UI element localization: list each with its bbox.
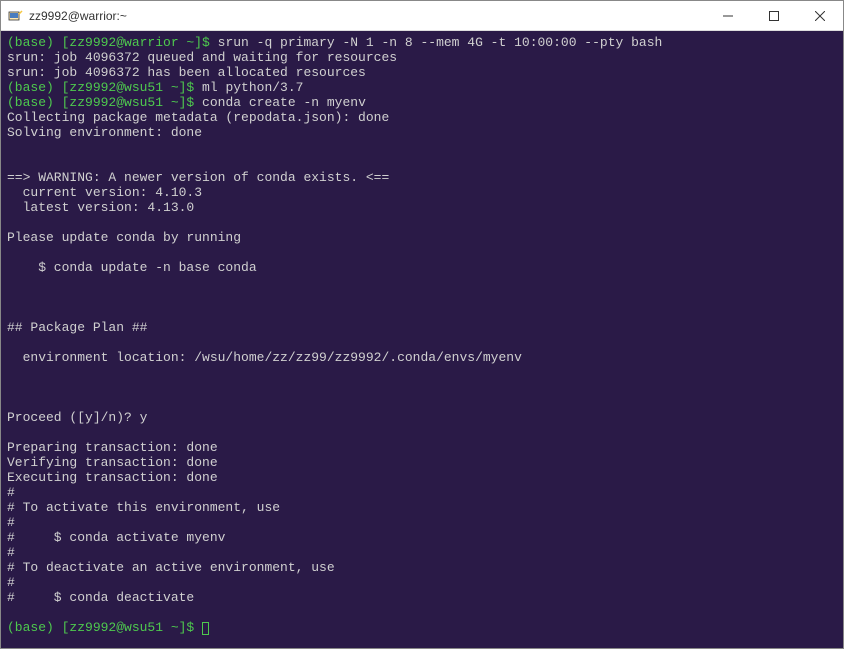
terminal-text: Proceed ([y]/n)? y: [7, 410, 147, 425]
terminal-line: [7, 425, 837, 440]
terminal-line: latest version: 4.13.0: [7, 200, 837, 215]
terminal-line: srun: job 4096372 has been allocated res…: [7, 65, 837, 80]
terminal-line: #: [7, 545, 837, 560]
terminal-line: [7, 245, 837, 260]
terminal-line: ==> WARNING: A newer version of conda ex…: [7, 170, 837, 185]
terminal-text: ## Package Plan ##: [7, 320, 147, 335]
cursor: [202, 622, 209, 635]
minimize-button[interactable]: [705, 1, 751, 30]
terminal-text: srun: job 4096372 queued and waiting for…: [7, 50, 397, 65]
terminal-text: Collecting package metadata (repodata.js…: [7, 110, 389, 125]
terminal-line: [7, 365, 837, 380]
terminal-text: $ conda update -n base conda: [7, 260, 257, 275]
terminal-line: (base) [zz9992@wsu51 ~]$ conda create -n…: [7, 95, 837, 110]
terminal-line: [7, 290, 837, 305]
window-title: zz9992@warrior:~: [29, 9, 705, 23]
terminal-text: #: [7, 515, 15, 530]
terminal-text: Solving environment: done: [7, 125, 202, 140]
terminal-text: ==> WARNING: A newer version of conda ex…: [7, 170, 389, 185]
close-button[interactable]: [797, 1, 843, 30]
terminal-line: [7, 155, 837, 170]
terminal-line: [7, 275, 837, 290]
terminal-line: ## Package Plan ##: [7, 320, 837, 335]
terminal-text: # To deactivate an active environment, u…: [7, 560, 335, 575]
terminal-text: #: [7, 485, 15, 500]
shell-prompt: (base) [zz9992@wsu51 ~]$: [7, 80, 202, 95]
terminal-text: # $ conda deactivate: [7, 590, 194, 605]
terminal-text: current version: 4.10.3: [7, 185, 202, 200]
shell-prompt: (base) [zz9992@warrior ~]$: [7, 35, 218, 50]
window-controls: [705, 1, 843, 30]
terminal-text: #: [7, 545, 15, 560]
terminal-text: Verifying transaction: done: [7, 455, 218, 470]
terminal-line: Preparing transaction: done: [7, 440, 837, 455]
terminal-line: [7, 215, 837, 230]
terminal-line: Please update conda by running: [7, 230, 837, 245]
terminal-text: Executing transaction: done: [7, 470, 218, 485]
terminal-line: [7, 305, 837, 320]
terminal-line: Proceed ([y]/n)? y: [7, 410, 837, 425]
terminal-line: current version: 4.10.3: [7, 185, 837, 200]
shell-prompt: (base) [zz9992@wsu51 ~]$: [7, 95, 202, 110]
terminal-line: [7, 140, 837, 155]
terminal-text: srun: job 4096372 has been allocated res…: [7, 65, 366, 80]
terminal-line: srun: job 4096372 queued and waiting for…: [7, 50, 837, 65]
terminal-line: # To activate this environment, use: [7, 500, 837, 515]
terminal-line: $ conda update -n base conda: [7, 260, 837, 275]
terminal-text: conda create -n myenv: [202, 95, 366, 110]
terminal-line: (base) [zz9992@warrior ~]$ srun -q prima…: [7, 35, 837, 50]
titlebar[interactable]: zz9992@warrior:~: [1, 1, 843, 31]
terminal-line: [7, 380, 837, 395]
terminal-text: # $ conda activate myenv: [7, 530, 225, 545]
terminal-line: environment location: /wsu/home/zz/zz99/…: [7, 350, 837, 365]
terminal-line: Collecting package metadata (repodata.js…: [7, 110, 837, 125]
terminal-text: # To activate this environment, use: [7, 500, 280, 515]
terminal-text: #: [7, 575, 15, 590]
terminal-text: environment location: /wsu/home/zz/zz99/…: [7, 350, 522, 365]
terminal-text: Preparing transaction: done: [7, 440, 218, 455]
terminal-line: [7, 395, 837, 410]
terminal-line: Solving environment: done: [7, 125, 837, 140]
putty-icon: [7, 8, 23, 24]
terminal-line: #: [7, 575, 837, 590]
shell-prompt: (base) [zz9992@wsu51 ~]$: [7, 620, 202, 635]
terminal-line: [7, 335, 837, 350]
terminal-line: (base) [zz9992@wsu51 ~]$ ml python/3.7: [7, 80, 837, 95]
terminal-line: (base) [zz9992@wsu51 ~]$: [7, 620, 837, 635]
terminal-text: ml python/3.7: [202, 80, 303, 95]
terminal-text: srun -q primary -N 1 -n 8 --mem 4G -t 10…: [218, 35, 663, 50]
terminal-line: [7, 605, 837, 620]
maximize-button[interactable]: [751, 1, 797, 30]
terminal-line: #: [7, 515, 837, 530]
terminal-line: # To deactivate an active environment, u…: [7, 560, 837, 575]
terminal-area[interactable]: (base) [zz9992@warrior ~]$ srun -q prima…: [1, 31, 843, 648]
terminal-line: Executing transaction: done: [7, 470, 837, 485]
terminal-line: # $ conda deactivate: [7, 590, 837, 605]
putty-window: zz9992@warrior:~ (base) [zz9992@warrior …: [0, 0, 844, 649]
terminal-text: Please update conda by running: [7, 230, 241, 245]
terminal-line: # $ conda activate myenv: [7, 530, 837, 545]
terminal-text: latest version: 4.13.0: [7, 200, 194, 215]
terminal-line: Verifying transaction: done: [7, 455, 837, 470]
terminal-line: #: [7, 485, 837, 500]
